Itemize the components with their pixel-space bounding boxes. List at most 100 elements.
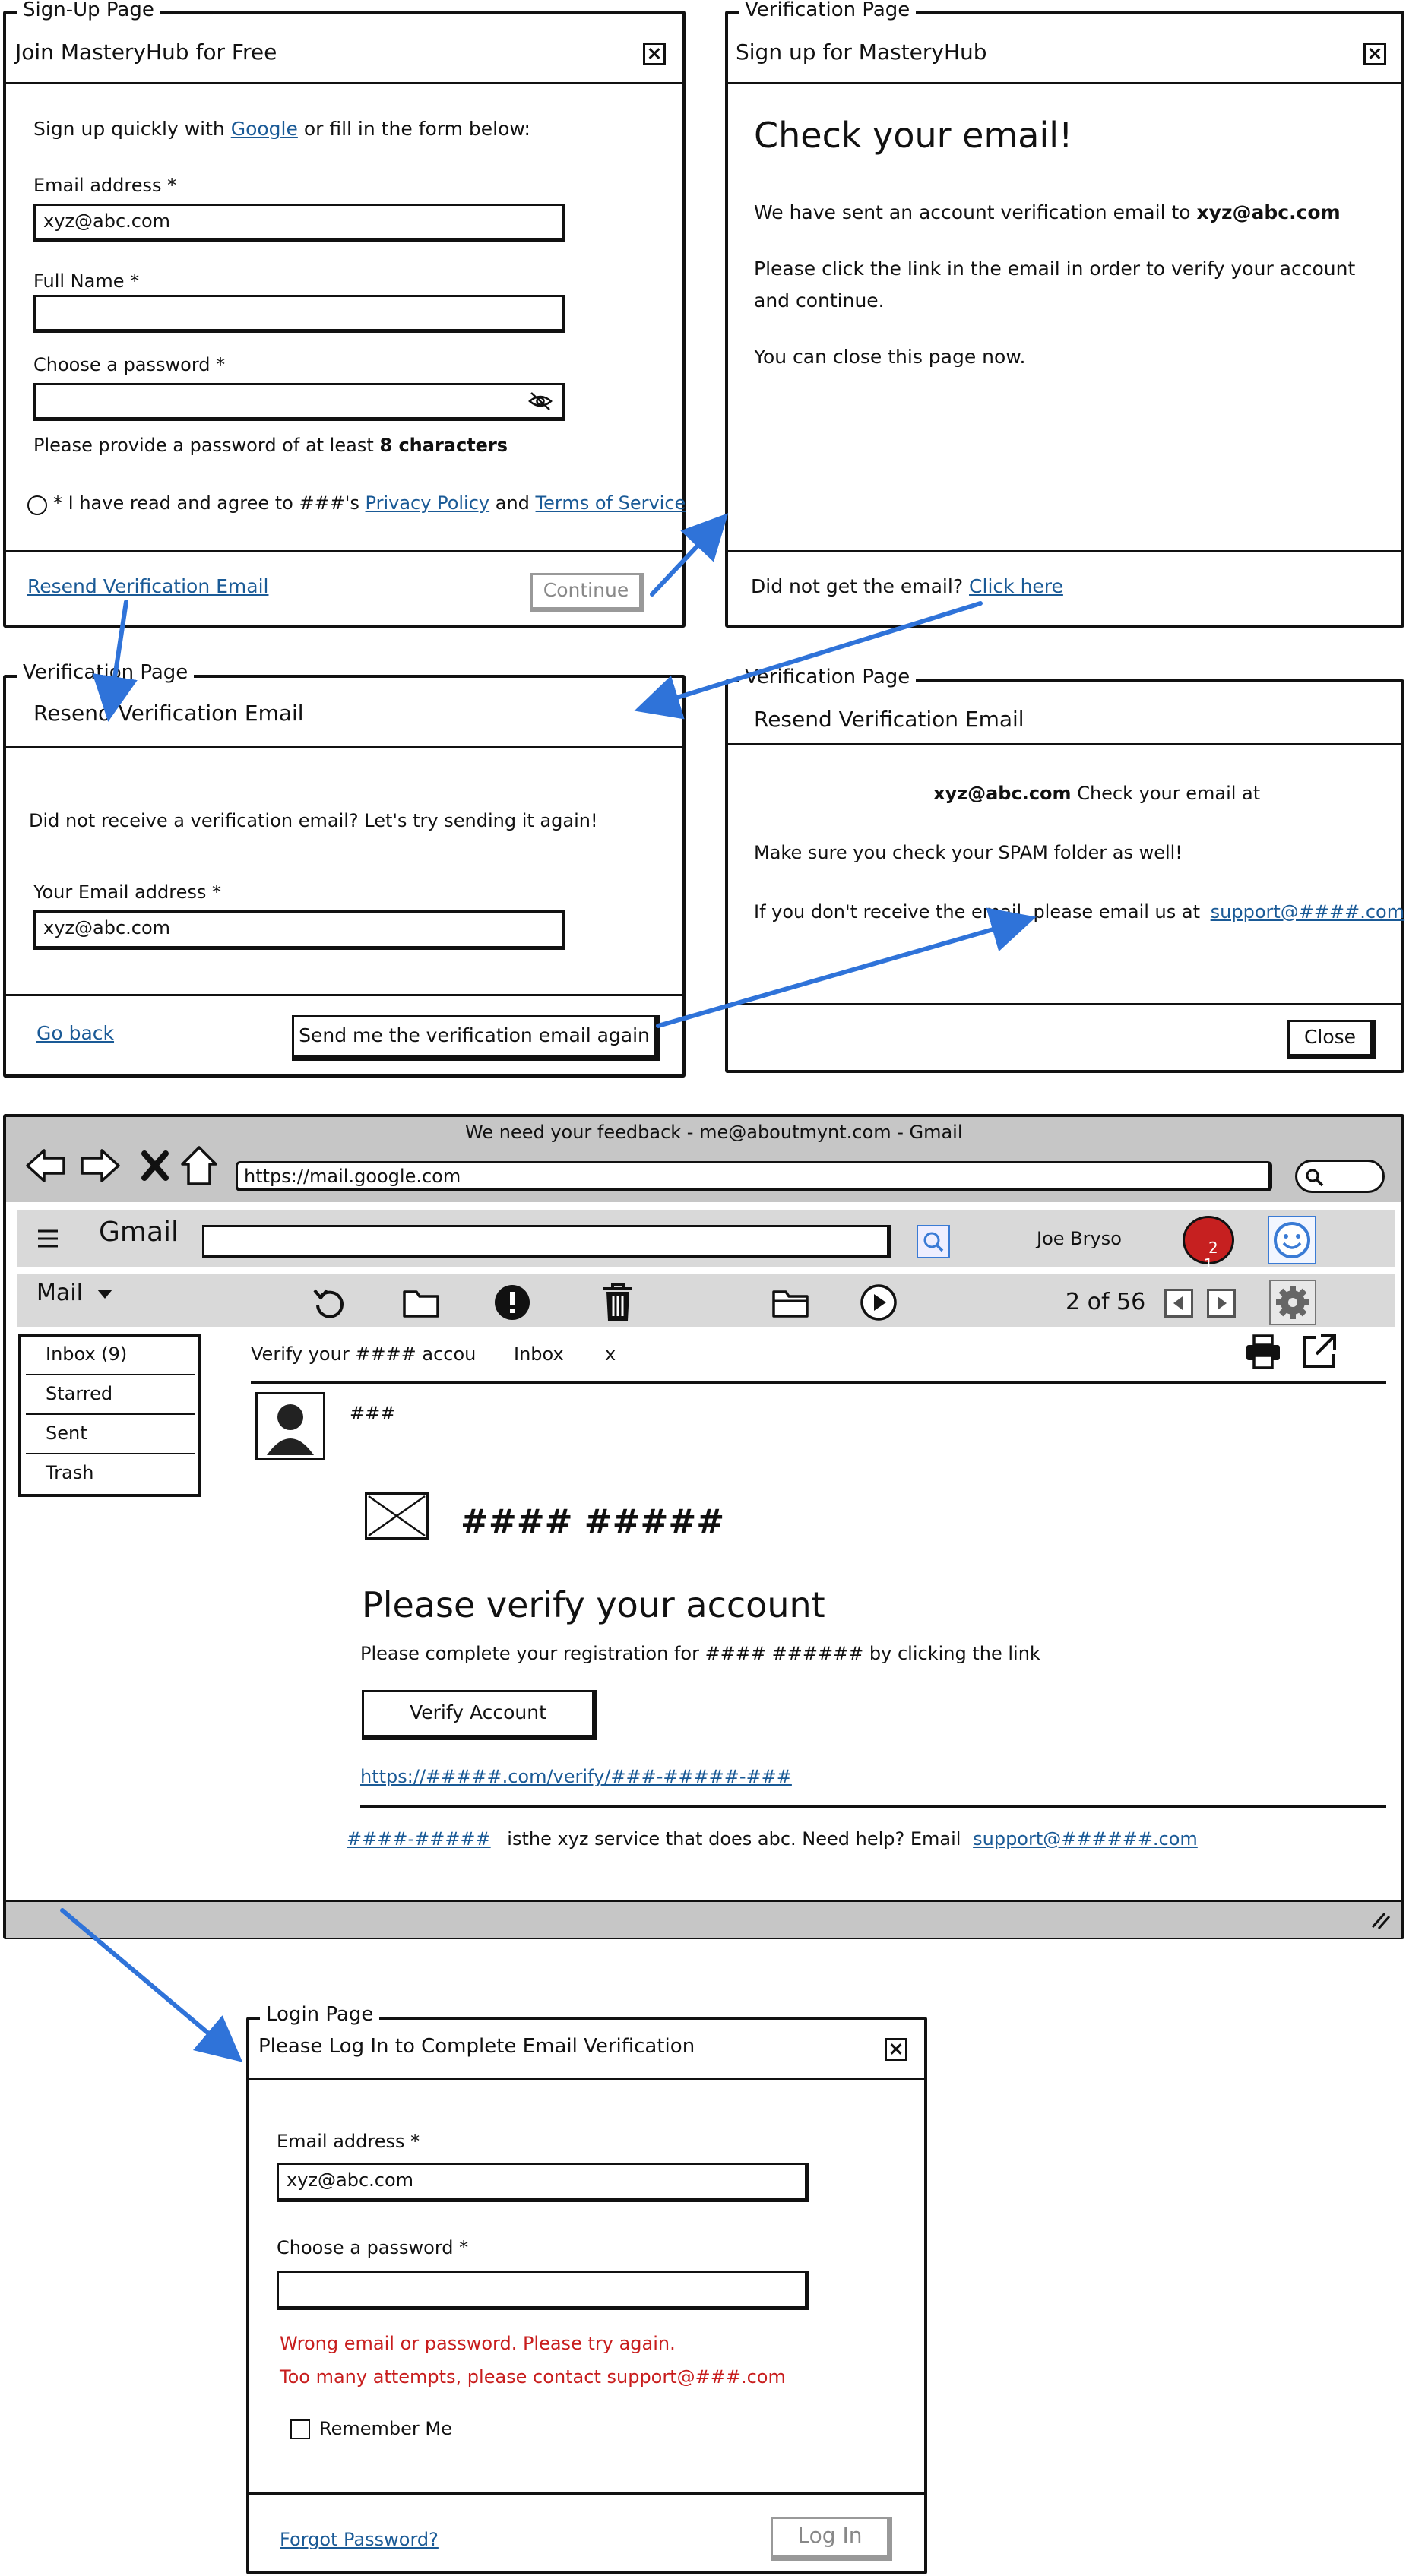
click-here-link[interactable]: Click here — [969, 575, 1063, 597]
verify-check-frame-label: Verification Page — [739, 0, 917, 21]
email-subject: Verify your #### accou — [251, 1343, 477, 1365]
hamburger-menu-icon[interactable] — [36, 1228, 61, 1249]
stop-x-icon[interactable] — [140, 1149, 170, 1182]
forgot-password-link[interactable]: Forgot Password? — [280, 2527, 439, 2552]
resend-form-frame-label: Verification Page — [17, 661, 195, 684]
footer-support-link[interactable]: support@######.com — [973, 1828, 1198, 1850]
resend-done-line3: If you don't receive the email, please e… — [754, 900, 1404, 924]
resend-email-label: Your Email address * — [33, 881, 221, 903]
password-label: Choose a password * — [33, 354, 226, 375]
gmail-window-title: We need your feedback - me@aboutmynt.com… — [465, 1122, 963, 1143]
close-icon[interactable] — [1363, 43, 1386, 65]
verify-account-button[interactable]: Verify Account — [362, 1690, 597, 1740]
google-signup-link[interactable]: Google — [231, 118, 298, 140]
send-verification-again-button[interactable]: Send me the verification email again — [292, 1015, 660, 1061]
resend-email-field[interactable]: xyz@abc.com — [33, 910, 565, 950]
verify-url-link[interactable]: https://#####.com/verify/###-#####-### — [360, 1764, 792, 1789]
prev-page-icon[interactable] — [1164, 1289, 1193, 1318]
report-spam-icon[interactable] — [492, 1283, 532, 1322]
check-line3: and continue. — [754, 290, 885, 312]
full-name-label: Full Name * — [33, 271, 140, 292]
check-footer: Did not get the email? Click here — [751, 574, 1063, 599]
login-footer-divider — [246, 2492, 927, 2495]
check-line1-prefix: We have sent an account verification ema… — [754, 201, 1191, 223]
gmail-user-name: Joe Bryso — [1037, 1228, 1122, 1249]
folder-icon[interactable] — [401, 1284, 441, 1321]
folder-starred[interactable]: Starred — [46, 1383, 112, 1404]
login-password-field[interactable] — [277, 2271, 809, 2310]
notification-badge[interactable]: 2 1 — [1183, 1216, 1234, 1273]
close-icon[interactable] — [643, 43, 666, 65]
login-frame-label: Login Page — [260, 2003, 380, 2026]
agree-prefix: * I have read and agree to ###'s — [53, 492, 359, 514]
resize-grip-icon[interactable] — [1368, 1909, 1391, 1930]
login-title: Please Log In to Complete Email Verifica… — [258, 2035, 695, 2058]
email-label: Email address * — [33, 175, 177, 196]
resend-form-title: Resend Verification Email — [33, 701, 304, 726]
sender-name: ### — [350, 1403, 396, 1424]
back-arrow-icon[interactable] — [24, 1146, 67, 1185]
signup-intro: Sign up quickly with Google or fill in t… — [33, 117, 530, 141]
go-back-link[interactable]: Go back — [36, 1021, 114, 1046]
caret-down-icon — [97, 1289, 113, 1299]
remember-me-checkbox[interactable] — [290, 2419, 310, 2439]
gmail-search-input[interactable] — [202, 1225, 891, 1258]
email-heading: Please verify your account — [362, 1584, 825, 1625]
agree-radio[interactable] — [27, 495, 47, 515]
agree-text: * I have read and agree to ###'s Privacy… — [53, 491, 686, 515]
terms-of-service-link[interactable]: Terms of Service — [536, 492, 686, 514]
folder-sent[interactable]: Sent — [46, 1422, 87, 1444]
check-line1-email: xyz@abc.com — [1196, 201, 1341, 223]
email-field[interactable]: xyz@abc.com — [33, 204, 565, 242]
refresh-icon[interactable] — [310, 1284, 348, 1322]
open-in-new-window-icon[interactable] — [1298, 1331, 1339, 1372]
folder-divider — [26, 1374, 195, 1375]
login-error-attempts: Too many attempts, please contact suppor… — [280, 2366, 786, 2388]
login-button[interactable]: Log In — [771, 2517, 892, 2561]
pagination-count: 2 of 56 — [1066, 1289, 1146, 1315]
resend-done-header-divider — [725, 743, 1401, 745]
close-button[interactable]: Close — [1287, 1020, 1376, 1059]
verify-check-frame — [725, 11, 1404, 628]
browser-search-field[interactable] — [1295, 1160, 1385, 1193]
forward-arrow-icon[interactable] — [79, 1146, 122, 1185]
resend-done-email: xyz@abc.com — [933, 783, 1072, 804]
email-body-text: Please complete your registration for ##… — [360, 1643, 1040, 1664]
folder-inbox[interactable]: Inbox (9) — [46, 1343, 127, 1365]
move-to-folder-icon[interactable] — [771, 1284, 810, 1321]
signup-footer-divider — [3, 550, 682, 552]
login-email-field[interactable]: xyz@abc.com — [277, 2163, 809, 2202]
play-icon[interactable] — [859, 1283, 898, 1322]
privacy-policy-link[interactable]: Privacy Policy — [366, 492, 490, 514]
inbox-tag[interactable]: Inbox — [514, 1343, 564, 1365]
home-icon[interactable] — [179, 1144, 219, 1187]
password-field[interactable] — [33, 383, 565, 421]
folder-divider — [26, 1413, 195, 1415]
continue-button[interactable]: Continue — [530, 573, 644, 612]
print-icon[interactable] — [1243, 1333, 1283, 1371]
footer-brand-link[interactable]: ####-##### — [347, 1828, 491, 1850]
user-smiley-icon[interactable] — [1268, 1216, 1316, 1264]
url-bar[interactable]: https://mail.google.com — [236, 1161, 1272, 1191]
folder-trash[interactable]: Trash — [46, 1462, 93, 1483]
full-name-field[interactable] — [33, 295, 565, 333]
signup-title: Join MasteryHub for Free — [15, 40, 277, 65]
password-hint-text: Please provide a password of at least — [33, 435, 374, 456]
search-icon[interactable] — [917, 1225, 950, 1258]
resend-form-intro: Did not receive a verification email? Le… — [29, 810, 598, 831]
remove-tag-button[interactable]: x — [605, 1343, 616, 1365]
login-header-divider — [246, 2078, 927, 2080]
email-footer: ####-##### isthe xyz service that does a… — [347, 1827, 1198, 1851]
verify-check-title: Sign up for MasteryHub — [736, 40, 987, 65]
next-page-icon[interactable] — [1207, 1289, 1236, 1318]
sender-avatar — [255, 1392, 325, 1460]
signup-frame-label: Sign-Up Page — [17, 0, 160, 21]
resend-verification-link[interactable]: Resend Verification Email — [27, 574, 268, 599]
support-email-link[interactable]: support@####.com — [1211, 901, 1404, 922]
eye-slash-icon[interactable] — [527, 391, 553, 412]
close-icon[interactable] — [885, 2038, 907, 2061]
trash-icon[interactable] — [600, 1281, 635, 1324]
settings-gear-icon[interactable] — [1269, 1280, 1316, 1325]
mail-menu[interactable]: Mail — [36, 1280, 113, 1307]
check-line4: You can close this page now. — [754, 346, 1026, 368]
